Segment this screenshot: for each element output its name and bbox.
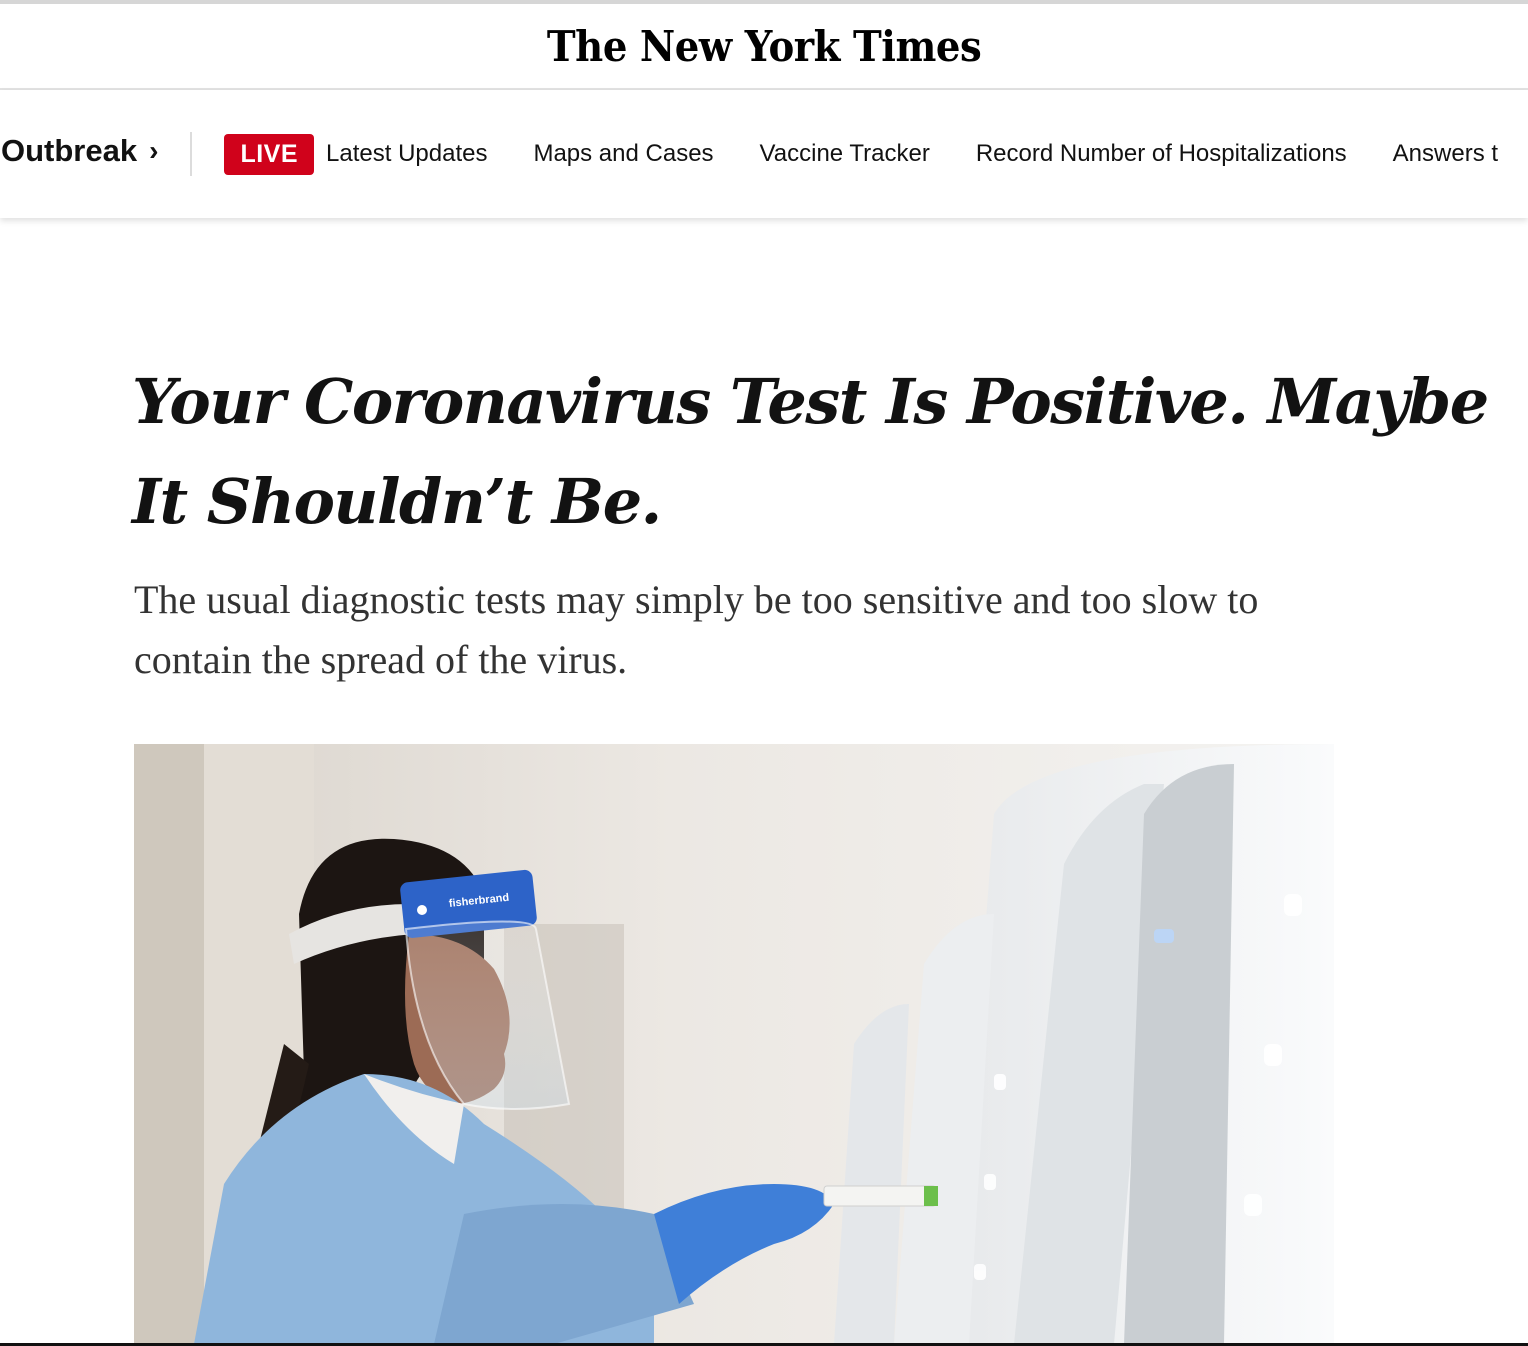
nav-item-vaccine-tracker[interactable]: Vaccine Tracker [760,140,930,168]
live-badge[interactable]: LIVE [224,133,315,175]
coverage-nav-inner: Outbreak › LIVE Latest Updates Maps and … [0,90,1528,218]
face-shield-band-dot [417,905,427,915]
masthead: The New York Times [0,4,1528,90]
coverage-navbar: Outbreak › LIVE Latest Updates Maps and … [0,90,1528,218]
nav-divider [190,132,193,176]
chevron-right-icon: › [149,135,159,166]
lab-wall-left [134,744,204,1344]
article-summary: The usual diagnostic tests may simply be… [134,577,1259,682]
nyt-logo[interactable]: The New York Times [547,22,982,71]
article-headline: Your Coronavirus Test Is Positive. Maybe… [132,365,1489,538]
lead-photo: fisherbrand [134,744,1334,1344]
sample-cartridge [823,1185,937,1207]
section-link-outbreak[interactable]: Outbreak › [1,133,158,169]
section-label: Outbreak [1,133,138,168]
sample-cartridge-tab [924,1186,938,1206]
nav-item-record-hospitalizations[interactable]: Record Number of Hospitalizations [976,140,1347,168]
nav-item-latest-updates[interactable]: Latest Updates [326,140,487,168]
nav-item-answers[interactable]: Answers t [1393,140,1498,168]
instrument-blue-light [1154,929,1174,943]
nav-item-maps-and-cases[interactable]: Maps and Cases [533,140,713,168]
lab-technician-illustration: fisherbrand [134,744,1334,1344]
